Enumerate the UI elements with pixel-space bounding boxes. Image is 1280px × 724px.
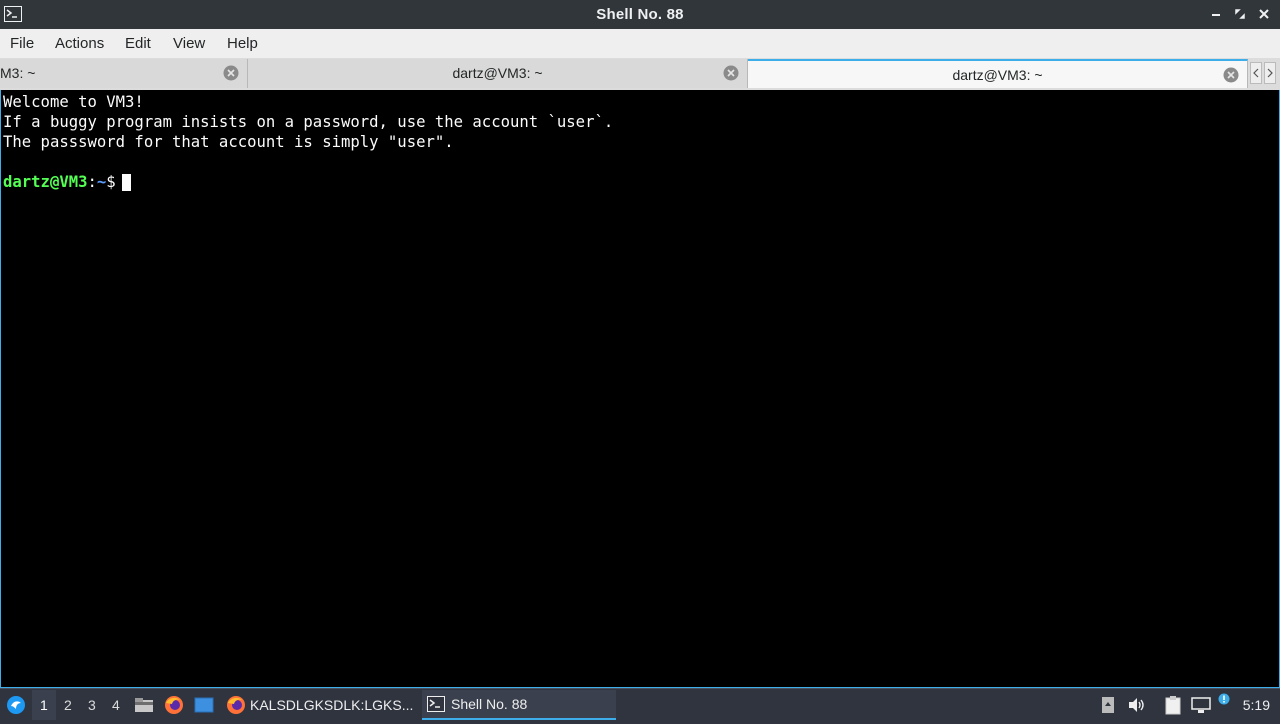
- task-firefox[interactable]: KALSDLGKSDLK:LGKS...: [222, 690, 418, 720]
- tab-bar: M3: ~ dartz@VM3: ~ dartz@VM3: ~: [0, 58, 1280, 90]
- terminal-line: Welcome to VM3!: [3, 93, 144, 111]
- desktop-show-button[interactable]: [193, 689, 215, 720]
- tab-1-close-icon[interactable]: [223, 65, 239, 81]
- network-tray[interactable]: [1190, 689, 1212, 720]
- restore-icon: [1235, 9, 1245, 19]
- tab-3-close-icon[interactable]: [1223, 67, 1239, 83]
- clipboard-icon: [1165, 695, 1181, 714]
- tab-scroll-left-button[interactable]: [1250, 62, 1262, 84]
- tab-2-label: dartz@VM3: ~: [452, 65, 543, 81]
- terminal-cursor: [121, 174, 131, 191]
- tab-1[interactable]: M3: ~: [0, 59, 248, 88]
- volume-tray[interactable]: [1126, 689, 1148, 720]
- menu-help[interactable]: Help: [227, 35, 258, 52]
- tray-expander[interactable]: [1098, 689, 1118, 720]
- folder-icon: [135, 697, 153, 712]
- menu-bar: File Actions Edit View Help: [0, 29, 1280, 59]
- prompt-symbol: $: [106, 173, 116, 191]
- task-terminal[interactable]: Shell No. 88: [422, 690, 616, 720]
- maximize-button[interactable]: [1230, 4, 1250, 24]
- desktop-4[interactable]: 4: [112, 697, 120, 713]
- firefox-icon: [165, 695, 183, 714]
- firefox-launcher[interactable]: [163, 689, 185, 720]
- file-manager-launcher[interactable]: [133, 689, 155, 720]
- terminal-icon: [427, 696, 445, 712]
- app-launcher-icon: [7, 695, 25, 714]
- terminal-output[interactable]: Welcome to VM3! If a buggy program insis…: [0, 90, 1280, 688]
- chevron-left-icon: [1253, 68, 1259, 78]
- tab-scroll-right-button[interactable]: [1264, 62, 1276, 84]
- network-icon: [1191, 696, 1211, 713]
- menu-edit[interactable]: Edit: [125, 35, 151, 52]
- window-title: Shell No. 88: [596, 6, 684, 23]
- prompt-path: ~: [96, 173, 107, 191]
- task-firefox-label: KALSDLGKSDLK:LGKS...: [250, 697, 414, 713]
- tab-2-close-icon[interactable]: [723, 65, 739, 81]
- terminal-line: The passsword for that account is simply…: [3, 133, 454, 151]
- volume-icon: [1129, 697, 1144, 712]
- clipboard-tray[interactable]: [1162, 689, 1184, 720]
- application-menu-button[interactable]: [4, 689, 28, 720]
- task-terminal-label: Shell No. 88: [451, 696, 528, 712]
- desktop-1[interactable]: 1: [40, 697, 48, 713]
- taskbar: 1 2 3 4 KALSDLGKSDLK:LGKS... Shell No. 8…: [0, 688, 1280, 720]
- clock[interactable]: 5:19: [1243, 697, 1270, 713]
- terminal-line: If a buggy program insists on a password…: [3, 113, 614, 131]
- desktop-2[interactable]: 2: [64, 697, 72, 713]
- close-button[interactable]: [1254, 4, 1274, 24]
- tab-3-label: dartz@VM3: ~: [952, 67, 1043, 83]
- menu-view[interactable]: View: [173, 35, 205, 52]
- tray-expand-icon: [1102, 696, 1114, 713]
- tab-2[interactable]: dartz@VM3: ~: [248, 59, 748, 88]
- prompt-user-host: dartz@VM3: [3, 173, 88, 191]
- prompt-colon: :: [87, 173, 97, 191]
- show-desktop-icon: [194, 697, 214, 712]
- notification-tray[interactable]: [1216, 689, 1232, 724]
- notification-icon: [1218, 693, 1230, 705]
- terminal-window: Shell No. 88 File Actions Edit View Help…: [0, 0, 1280, 688]
- menu-file[interactable]: File: [10, 35, 34, 52]
- chevron-right-icon: [1267, 68, 1273, 78]
- title-bar[interactable]: Shell No. 88: [0, 0, 1280, 29]
- tab-1-label: M3: ~: [0, 65, 36, 81]
- menu-actions[interactable]: Actions: [55, 35, 104, 52]
- tab-3[interactable]: dartz@VM3: ~: [748, 59, 1248, 88]
- close-icon: [1259, 9, 1269, 19]
- firefox-icon: [227, 696, 245, 714]
- terminal-prompt: dartz@VM3:~$: [3, 172, 1279, 192]
- desktop-3[interactable]: 3: [88, 697, 96, 713]
- minimize-button[interactable]: [1206, 4, 1226, 24]
- minimize-icon: [1212, 14, 1220, 16]
